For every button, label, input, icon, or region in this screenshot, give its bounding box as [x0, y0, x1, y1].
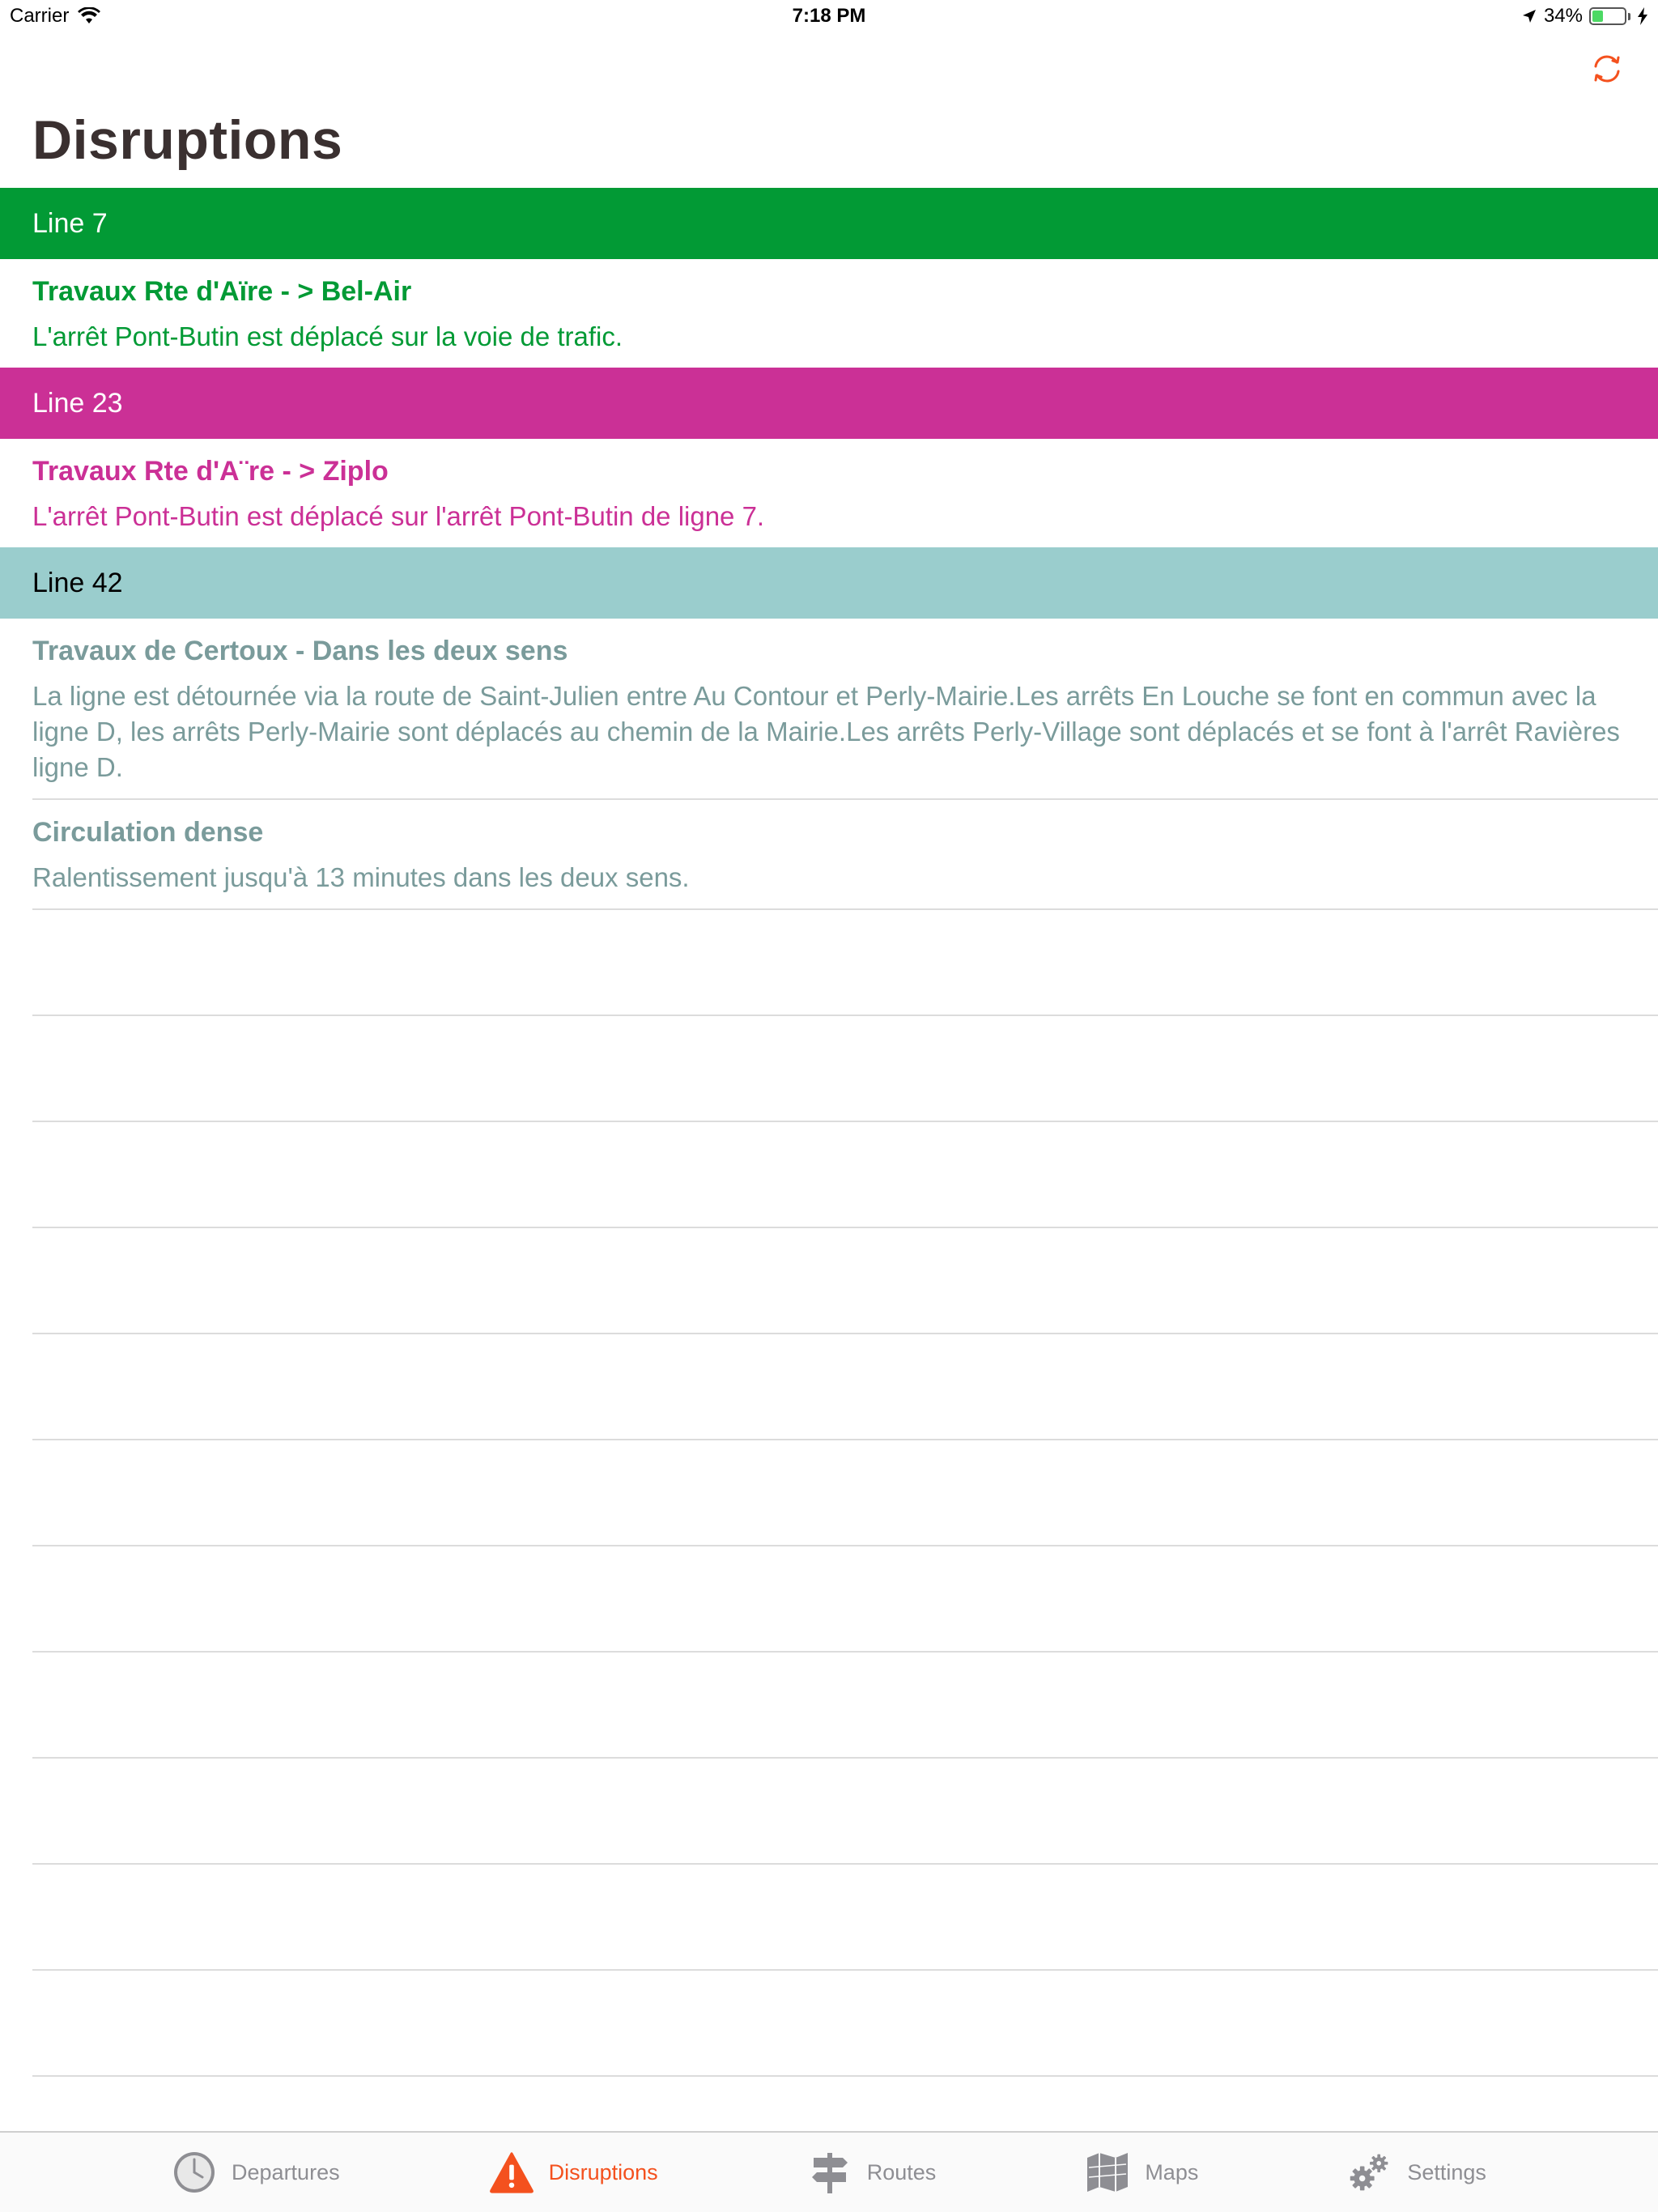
disruption-row[interactable]: Travaux Rte d'A¨re - > Ziplo L'arrêt Pont… — [0, 439, 1658, 547]
warning-icon — [489, 2150, 534, 2195]
refresh-icon — [1594, 55, 1620, 83]
battery-cap — [1628, 12, 1630, 20]
empty-row — [32, 1865, 1658, 1971]
clock-icon — [172, 2150, 217, 2195]
empty-row — [32, 1122, 1658, 1228]
tab-departures[interactable]: Departures — [172, 2150, 340, 2195]
empty-row — [32, 1440, 1658, 1546]
disruption-title: Travaux Rte d'A¨re - > Ziplo — [32, 456, 389, 487]
disruption-row[interactable]: Travaux de Certoux - Dans les deux sens L… — [0, 619, 1658, 798]
disruption-description: L'arrêt Pont-Butin est déplacé sur l'arr… — [32, 501, 765, 531]
disruption-description: L'arrêt Pont-Butin est déplacé sur la vo… — [32, 321, 623, 351]
tab-label: Routes — [866, 2159, 937, 2184]
location-arrow-icon — [1522, 10, 1536, 23]
gear-icon — [1347, 2150, 1392, 2195]
disruption-title: Travaux de Certoux - Dans les deux sens — [32, 636, 568, 666]
tab-label: Maps — [1145, 2159, 1199, 2184]
disruptions-list[interactable]: Line 7 Travaux Rte d'Aïre - > Bel-Air L'ar… — [0, 188, 1658, 2077]
tab-settings[interactable]: Settings — [1347, 2150, 1486, 2195]
empty-row — [32, 1228, 1658, 1334]
empty-row — [32, 1546, 1658, 1653]
empty-row — [32, 1971, 1658, 2077]
disruption-description: La ligne est détournée via la route de S… — [32, 681, 1620, 782]
map-icon — [1085, 2150, 1130, 2195]
disruption-title: Circulation dense — [32, 817, 264, 848]
status-bar: Carrier 7:18 PM 34% — [0, 0, 1658, 32]
page-title: Disruptions — [32, 109, 343, 171]
section-header-line: Line 42 — [0, 547, 1658, 619]
charging-bolt-icon — [1638, 7, 1647, 25]
status-time: 7:18 PM — [792, 5, 866, 27]
empty-row — [32, 1334, 1658, 1440]
section-header-line: Line 7 — [0, 188, 1658, 259]
empty-row — [32, 910, 1658, 1016]
tab-label: Departures — [232, 2159, 340, 2184]
empty-row — [32, 1759, 1658, 1865]
tab-label: Disruptions — [548, 2159, 658, 2184]
section-header-line: Line 23 — [0, 368, 1658, 439]
tab-bar: Departures Disruptions Routes Maps Settings — [0, 2131, 1658, 2212]
disruption-row[interactable]: Travaux Rte d'Aïre - > Bel-Air L'arrêt Po… — [0, 259, 1658, 368]
tab-label: Settings — [1407, 2159, 1486, 2184]
disruption-row[interactable]: Circulation dense Ralentissement jusqu'à … — [0, 800, 1658, 908]
tab-maps[interactable]: Maps — [1085, 2150, 1198, 2195]
empty-row — [32, 1653, 1658, 1759]
refresh-button[interactable] — [1588, 50, 1626, 87]
tab-routes[interactable]: Routes — [807, 2150, 937, 2195]
battery-icon — [1589, 7, 1626, 25]
signpost-icon — [807, 2150, 852, 2195]
battery-level — [1592, 11, 1603, 22]
tab-disruptions[interactable]: Disruptions — [489, 2150, 658, 2195]
disruption-description: Ralentissement jusqu'à 13 minutes dans l… — [32, 862, 690, 892]
disruption-title: Travaux Rte d'Aïre - > Bel-Air — [32, 276, 412, 307]
empty-row — [32, 1016, 1658, 1122]
battery-percent: 34% — [1543, 5, 1583, 27]
